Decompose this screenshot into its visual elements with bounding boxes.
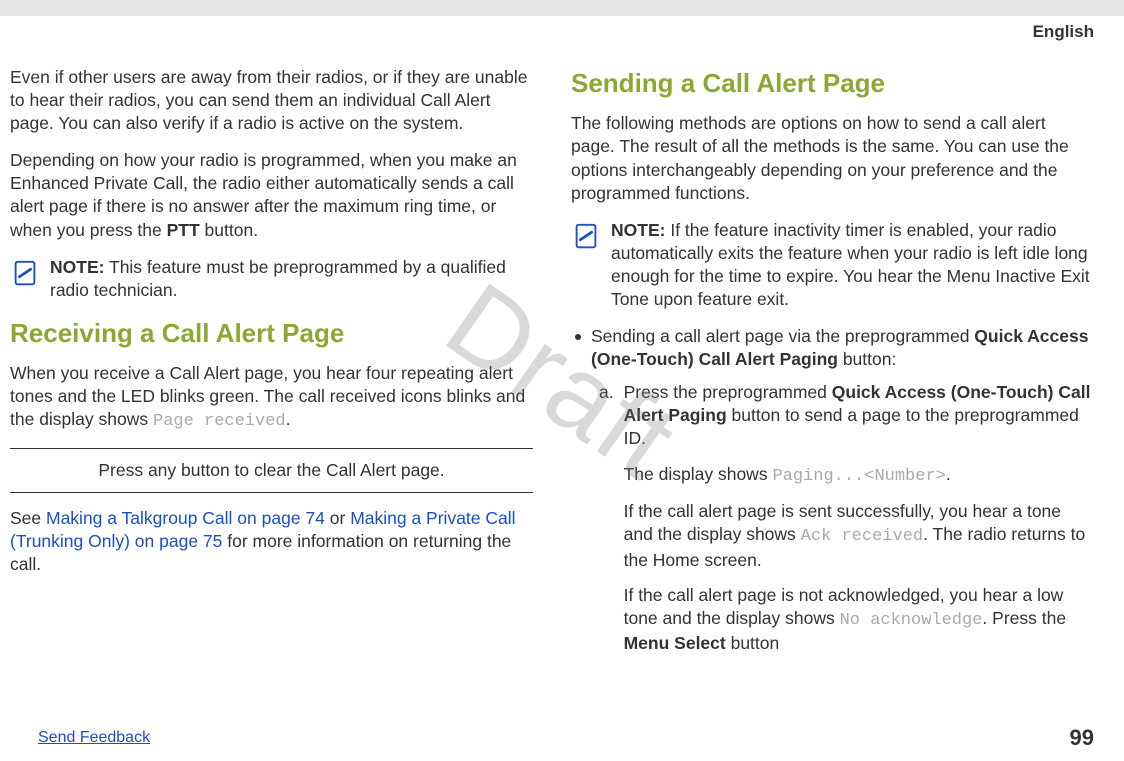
see-a: See [10,508,46,528]
note-label-left: NOTE: [50,257,104,277]
bullet-dot-icon [575,334,581,340]
note-icon [571,221,601,251]
note-body-left: NOTE: This feature must be preprogrammed… [50,256,533,302]
note-block-right: NOTE: If the feature inactivity timer is… [571,219,1094,311]
ola-p2: The display shows Paging...<Number>. [624,463,1094,488]
ola-p1a: Press the preprogrammed [624,382,832,402]
recv-paragraph: When you receive a Call Alert page, you … [10,362,533,434]
step-box: Press any button to clear the Call Alert… [10,448,533,493]
note-text-left: This feature must be preprogrammed by a … [50,257,506,300]
ola-p1: Press the preprogrammed Quick Access (On… [624,381,1094,450]
ola-p4d: button [726,633,780,653]
ola-p3: If the call alert page is sent successfu… [624,500,1094,572]
heading-sending: Sending a Call Alert Page [571,66,1094,100]
note-block-left: NOTE: This feature must be preprogrammed… [10,256,533,302]
top-bar [0,0,1124,16]
link-talkgroup[interactable]: Making a Talkgroup Call on page 74 [46,508,325,528]
ola-p4m: No acknowledge [840,611,983,630]
bullet-item: Sending a call alert page via the prepro… [571,325,1094,371]
bullet-body: Sending a call alert page via the prepro… [591,325,1094,371]
ola-p3m: Ack received [801,527,923,546]
intro-paragraph-1: Even if other users are away from their … [10,66,533,135]
right-column: Sending a Call Alert Page The following … [571,66,1094,667]
note-icon [10,258,40,288]
heading-receiving: Receiving a Call Alert Page [10,316,533,350]
send-intro: The following methods are options on how… [571,112,1094,204]
ola-p4b: . Press the [982,608,1066,628]
left-column: Even if other users are away from their … [10,66,533,667]
ol-body-a: Press the preprogrammed Quick Access (On… [624,381,1094,655]
ola-p2m: Paging...<Number> [772,467,945,486]
recv-mono: Page received [153,412,286,431]
ola-p4c: Menu Select [624,633,726,653]
note-text-right: If the feature inactivity timer is enabl… [611,220,1090,309]
ola-p2b: . [946,464,951,484]
bullet-a: Sending a call alert page via the prepro… [591,326,974,346]
p2-text-c: button. [200,220,258,240]
note-body-right: NOTE: If the feature inactivity timer is… [611,219,1094,311]
ordered-item-a: a. Press the preprogrammed Quick Access … [599,381,1094,655]
bullet-c: button: [838,349,896,369]
footer: Send Feedback 99 [0,725,1124,751]
recv-text-b: . [286,409,291,429]
send-feedback-link[interactable]: Send Feedback [38,729,150,747]
ola-p4: If the call alert page is not acknowledg… [624,584,1094,656]
see-b: or [325,508,350,528]
page-number: 99 [1070,725,1094,751]
note-label-right: NOTE: [611,220,665,240]
intro-paragraph-2: Depending on how your radio is programme… [10,149,533,241]
ol-marker-a: a. [599,381,614,655]
see-paragraph: See Making a Talkgroup Call on page 74 o… [10,507,533,576]
ola-p2a: The display shows [624,464,773,484]
step-text: Press any button to clear the Call Alert… [98,460,444,480]
page-body: Even if other users are away from their … [0,16,1124,667]
ptt-bold: PTT [167,220,200,240]
p2-text-a: Depending on how your radio is programme… [10,150,517,239]
language-label: English [1033,22,1094,42]
